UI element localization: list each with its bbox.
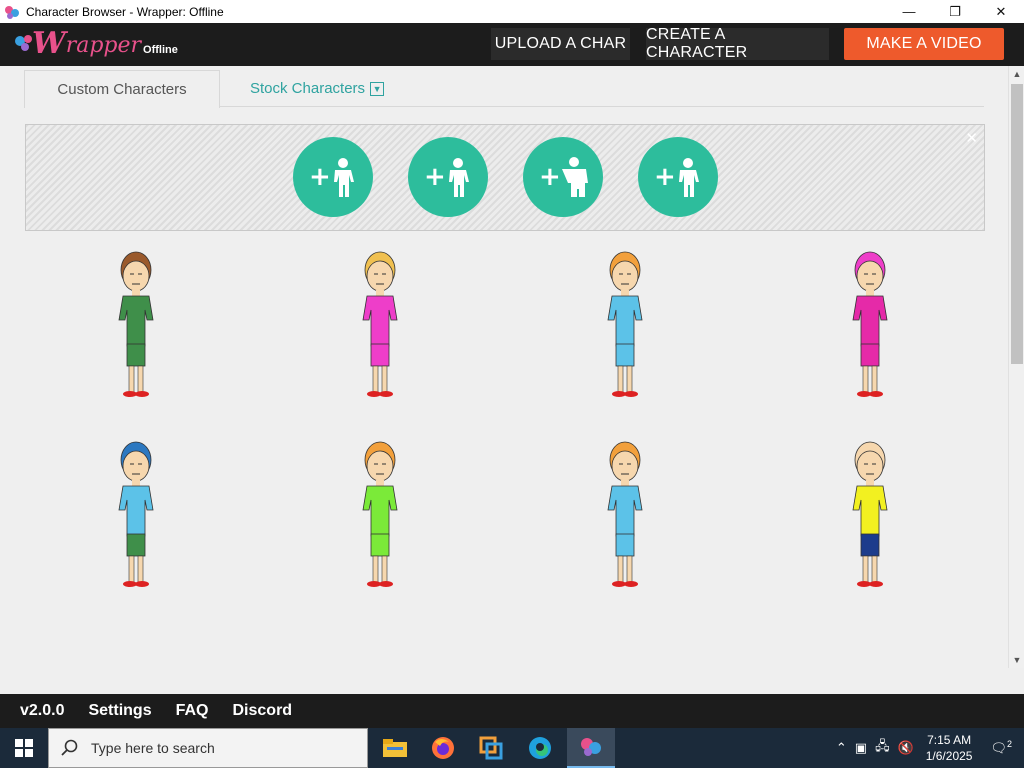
- tab-stock-label: Stock Characters: [250, 80, 366, 97]
- svg-text:+: +: [309, 162, 331, 192]
- system-tray: ⌃ ▣ 🖧 🔇 7:15 AM 1/6/2025 🗨2: [832, 728, 1024, 768]
- character-card-bald-boy-yellow-shirt[interactable]: [835, 434, 905, 594]
- create-character-panel: ✕ + + + +: [25, 124, 985, 231]
- character-card-girl-blue-dress-2[interactable]: [590, 434, 660, 594]
- tab-stock-characters[interactable]: Stock Characters ▼: [250, 70, 385, 107]
- chevron-up-icon[interactable]: ⌃: [836, 740, 847, 756]
- character-tabs: Custom Characters Stock Characters ▼: [24, 70, 984, 108]
- create-character-button[interactable]: CREATE A CHARACTER: [646, 26, 829, 61]
- firefox-icon[interactable]: [419, 728, 467, 768]
- close-window-button[interactable]: ✕: [978, 0, 1024, 23]
- maximize-button[interactable]: ❐: [932, 0, 978, 23]
- character-card-woman-pink-suit[interactable]: [835, 244, 905, 404]
- wrapper-app-icon: [4, 4, 20, 20]
- add-character-icon: +: [654, 158, 699, 197]
- character-card-girl-green-dress[interactable]: [345, 434, 415, 594]
- edge-icon[interactable]: [516, 728, 564, 768]
- create-character-type-button[interactable]: +: [408, 137, 488, 217]
- vertical-scrollbar[interactable]: ▲ ▼: [1008, 66, 1024, 668]
- create-character-type-button[interactable]: +: [293, 137, 373, 217]
- logo-letter: W: [32, 26, 66, 61]
- minimize-button[interactable]: —: [886, 0, 932, 23]
- svg-text:+: +: [424, 162, 446, 192]
- scroll-thumb[interactable]: [1011, 84, 1023, 364]
- add-character-icon: +: [424, 158, 469, 197]
- notification-count: 2: [1006, 739, 1012, 750]
- faq-link[interactable]: FAQ: [176, 702, 209, 720]
- search-icon: [61, 739, 78, 756]
- app-footer: v2.0.0 Settings FAQ Discord: [0, 694, 1024, 728]
- add-character-icon: +: [309, 158, 354, 197]
- upload-char-button[interactable]: UPLOAD A CHAR: [491, 28, 630, 60]
- windows-taskbar: Type here to search ⌃ ▣ 🖧 🔇 7:15 AM 1/6/…: [0, 728, 1024, 768]
- discord-link[interactable]: Discord: [233, 702, 293, 720]
- svg-text:+: +: [539, 162, 561, 192]
- character-card-girl-blue-dress[interactable]: [590, 244, 660, 404]
- start-button[interactable]: [0, 728, 48, 768]
- tab-custom-characters[interactable]: Custom Characters: [24, 70, 220, 108]
- logo-offline-text: Offline: [143, 44, 178, 56]
- character-card-girl-pink-dress[interactable]: [345, 244, 415, 404]
- taskbar-clock[interactable]: 7:15 AM 1/6/2025: [926, 732, 973, 764]
- wrapper-taskbar-icon[interactable]: [567, 728, 615, 768]
- network-icon[interactable]: 🖧: [875, 737, 890, 759]
- wrapper-logo[interactable]: W rapper Offline: [15, 26, 178, 61]
- file-explorer-icon[interactable]: [371, 728, 419, 768]
- windows-logo-icon: [15, 739, 33, 757]
- logo-text: rapper: [65, 33, 142, 58]
- character-browser-main: Custom Characters Stock Characters ▼ ✕ +…: [0, 66, 1008, 694]
- taskbar-search-box[interactable]: Type here to search: [48, 728, 368, 768]
- window-title: Character Browser - Wrapper: Offline: [26, 4, 224, 19]
- vmware-icon[interactable]: [467, 728, 515, 768]
- clock-date: 1/6/2025: [925, 749, 973, 763]
- close-icon[interactable]: ✕: [965, 129, 978, 147]
- settings-link[interactable]: Settings: [88, 702, 151, 720]
- logo-bubbles-icon: [15, 35, 32, 51]
- notification-icon[interactable]: 🗨2: [990, 739, 1012, 756]
- scroll-down-icon[interactable]: ▼: [1009, 652, 1024, 668]
- character-card-boy-green-shirt[interactable]: [101, 244, 171, 404]
- chevron-down-icon[interactable]: ▼: [370, 81, 385, 96]
- svg-text:+: +: [654, 162, 676, 192]
- create-character-type-button[interactable]: +: [638, 137, 718, 217]
- add-character-wide-icon: +: [539, 157, 588, 197]
- create-character-type-button[interactable]: +: [523, 137, 603, 217]
- make-video-button[interactable]: MAKE A VIDEO: [844, 28, 1004, 60]
- character-card-boy-blue-cap[interactable]: [101, 434, 171, 594]
- scroll-up-icon[interactable]: ▲: [1009, 66, 1024, 82]
- clock-time: 7:15 AM: [927, 733, 972, 747]
- search-placeholder: Type here to search: [91, 740, 215, 756]
- tray-app-icon[interactable]: ▣: [855, 740, 867, 756]
- window-titlebar: Character Browser - Wrapper: Offline — ❐…: [0, 0, 1024, 23]
- version-label: v2.0.0: [20, 702, 65, 719]
- volume-muted-icon[interactable]: 🔇: [898, 740, 914, 756]
